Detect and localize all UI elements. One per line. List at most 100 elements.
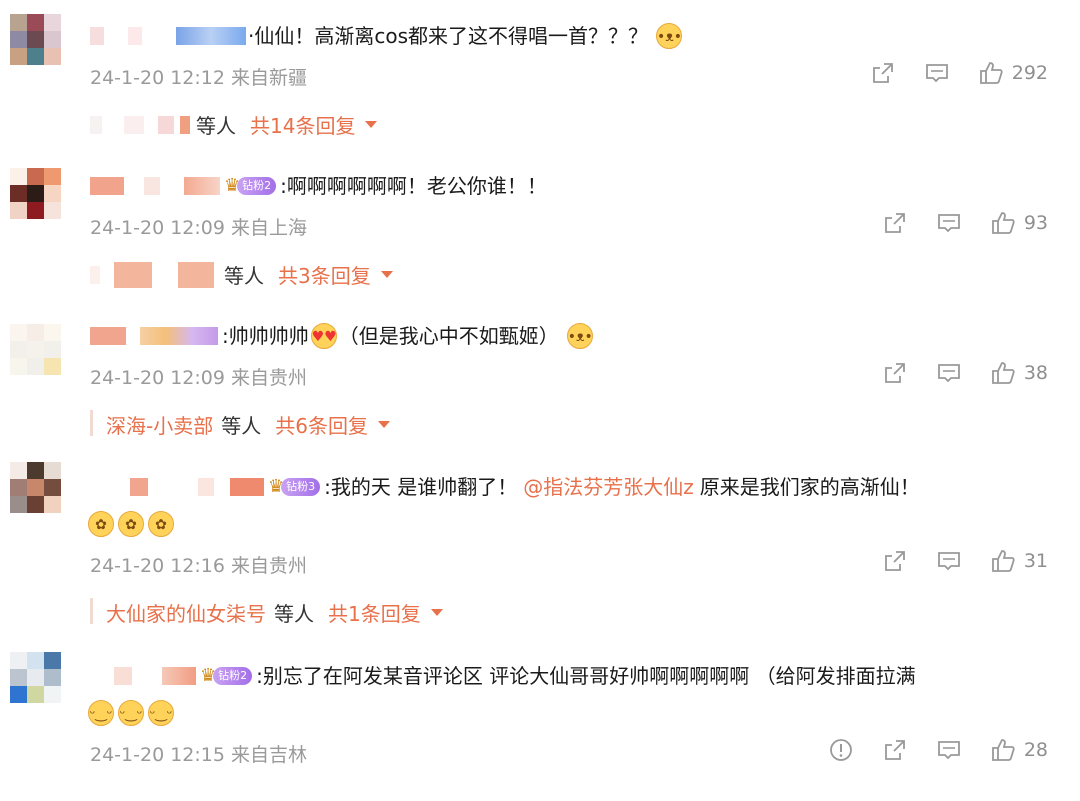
comment-text-line: ♛ 钻粉2 :啊啊啊啊啊啊！老公你谁！！ <box>90 171 1050 201</box>
thumbs-up-icon <box>991 362 1015 384</box>
fan-badge: ♛ 钻粉2 <box>200 666 253 686</box>
share-button[interactable] <box>870 60 896 86</box>
comment-button[interactable] <box>936 360 962 386</box>
blurred-username <box>198 478 214 496</box>
like-button[interactable]: 28 <box>990 737 1048 763</box>
blurred-username <box>90 265 100 284</box>
reply-indent-bar <box>90 598 93 624</box>
caret-down-icon[interactable] <box>377 421 390 428</box>
like-count: 28 <box>1023 739 1048 761</box>
comment-text: :啊啊啊啊啊啊！老公你谁！！ <box>280 174 547 198</box>
comment-meta: 24-1-20 12:12 来自新疆 <box>90 63 307 90</box>
like-button[interactable]: 292 <box>978 60 1048 86</box>
reply-deng: 等人 <box>196 114 236 138</box>
emoji-row: ᵕ‿ᵕ ᵕ‿ᵕ ᵕ‿ᵕ <box>86 700 176 726</box>
avatar[interactable] <box>10 652 62 704</box>
share-button[interactable] <box>882 360 908 386</box>
comment-button[interactable] <box>924 60 950 86</box>
avatar[interactable] <box>10 462 62 514</box>
like-button[interactable]: 93 <box>990 210 1048 236</box>
flower-face-emoji: ✿ <box>88 511 114 537</box>
comment-text: ·仙仙！高渐离cos都来了这不得唱一首？？？ <box>248 24 649 48</box>
avatar-pixel <box>27 686 44 703</box>
thumbs-up-icon <box>979 62 1003 84</box>
avatar-pixel <box>10 202 27 219</box>
avatar-pixel <box>10 652 27 669</box>
reply-summary[interactable]: 深海-小卖部 等人 共6条回复 <box>106 410 390 439</box>
reply-count-link[interactable]: 共14条回复 <box>250 110 355 139</box>
caret-down-icon[interactable] <box>380 271 393 278</box>
location: 来自新疆 <box>231 67 308 89</box>
share-icon <box>884 740 905 760</box>
report-button[interactable] <box>828 737 854 763</box>
avatar[interactable] <box>10 324 62 376</box>
avatar[interactable] <box>10 168 62 220</box>
flower-face-emoji: ✿ <box>118 511 144 537</box>
reply-count-link[interactable]: 共3条回复 <box>278 260 371 289</box>
comment-text-line: ♛ 钻粉2 :别忘了在阿发某音评论区 评论大仙哥哥好帅啊啊啊啊啊 （给阿发排面拉满 <box>90 661 1050 691</box>
avatar-pixel <box>27 341 44 358</box>
comment-meta: 24-1-20 12:16 来自贵州 <box>90 551 307 578</box>
comment-actions: 93 <box>854 210 1048 236</box>
avatar-pixel <box>27 462 44 479</box>
avatar[interactable] <box>10 14 62 66</box>
blurred-username[interactable] <box>130 478 148 496</box>
comment-text-line: :帅帅帅帅 ♥♥ （但是我心中不如甄姬） •ᴥ• <box>90 321 1050 351</box>
avatar-pixel <box>44 168 61 185</box>
comment-icon <box>937 741 960 760</box>
reply-summary[interactable]: 等人 共14条回复 <box>90 110 378 139</box>
blurred-username[interactable] <box>90 27 104 45</box>
like-button[interactable]: 38 <box>990 360 1048 386</box>
blurred-username <box>184 177 220 195</box>
avatar-pixel <box>27 496 44 513</box>
avatar-pixel <box>44 185 61 202</box>
reply-summary[interactable]: 大仙家的仙女柒号 等人 共1条回复 <box>106 598 443 627</box>
avatar-pixel <box>27 31 44 48</box>
comment-actions: 38 <box>854 360 1048 386</box>
caret-down-icon[interactable] <box>430 609 443 616</box>
comment-icon <box>937 364 960 383</box>
reply-summary[interactable]: 等人 共3条回复 <box>90 260 393 289</box>
comment-text: :别忘了在阿发某音评论区 评论大仙哥哥好帅啊啊啊啊啊 （给阿发排面拉满 <box>256 664 916 688</box>
like-count: 292 <box>1011 62 1048 84</box>
comment-text-line: ♛ 钻粉3 :我的天 是谁帅翻了！ @指法芬芳张大仙z 原来是我们家的高渐仙！ <box>90 472 1050 502</box>
comment-text: :帅帅帅帅 <box>222 324 309 348</box>
avatar-pixel <box>10 358 27 375</box>
like-count: 31 <box>1023 550 1048 572</box>
avatar-pixel <box>27 652 44 669</box>
heart-eyes-emoji: ♥♥ <box>310 323 337 349</box>
fan-badge: ♛ 钻粉3 <box>268 477 321 497</box>
blurred-username[interactable] <box>90 177 124 195</box>
comment-meta: 24-1-20 12:09 来自上海 <box>90 213 307 240</box>
comment-button[interactable] <box>936 548 962 574</box>
share-button[interactable] <box>882 210 908 236</box>
comment-meta: 24-1-20 12:09 来自贵州 <box>90 363 307 390</box>
share-icon <box>872 63 893 83</box>
fan-level-label: 钻粉2 <box>213 667 253 685</box>
blurred-username[interactable] <box>114 667 132 685</box>
mention-link[interactable]: @指法芬芳张大仙z <box>523 472 694 502</box>
like-button[interactable]: 31 <box>990 548 1048 574</box>
share-button[interactable] <box>882 737 908 763</box>
reply-user-names[interactable]: 大仙家的仙女柒号 <box>106 598 266 627</box>
blurred-username[interactable] <box>90 327 126 345</box>
reply-deng: 等人 <box>224 264 264 288</box>
share-button[interactable] <box>882 548 908 574</box>
comment-icon <box>925 64 948 83</box>
blurred-username <box>230 478 264 496</box>
blurred-username <box>178 261 214 288</box>
avatar-pixel <box>27 202 44 219</box>
avatar-pixel <box>10 341 27 358</box>
blurred-username <box>140 327 218 345</box>
blurred-username <box>128 27 142 45</box>
reply-user-names[interactable]: 深海-小卖部 <box>106 410 213 439</box>
comment-button[interactable] <box>936 210 962 236</box>
comment-button[interactable] <box>936 737 962 763</box>
avatar-pixel <box>10 324 27 341</box>
reply-count-link[interactable]: 共6条回复 <box>275 410 368 439</box>
timestamp: 24-1-20 12:09 <box>90 217 225 239</box>
like-count: 93 <box>1023 212 1048 234</box>
caret-down-icon[interactable] <box>365 121 378 128</box>
reply-count-link[interactable]: 共1条回复 <box>328 598 421 627</box>
avatar-pixel <box>27 185 44 202</box>
